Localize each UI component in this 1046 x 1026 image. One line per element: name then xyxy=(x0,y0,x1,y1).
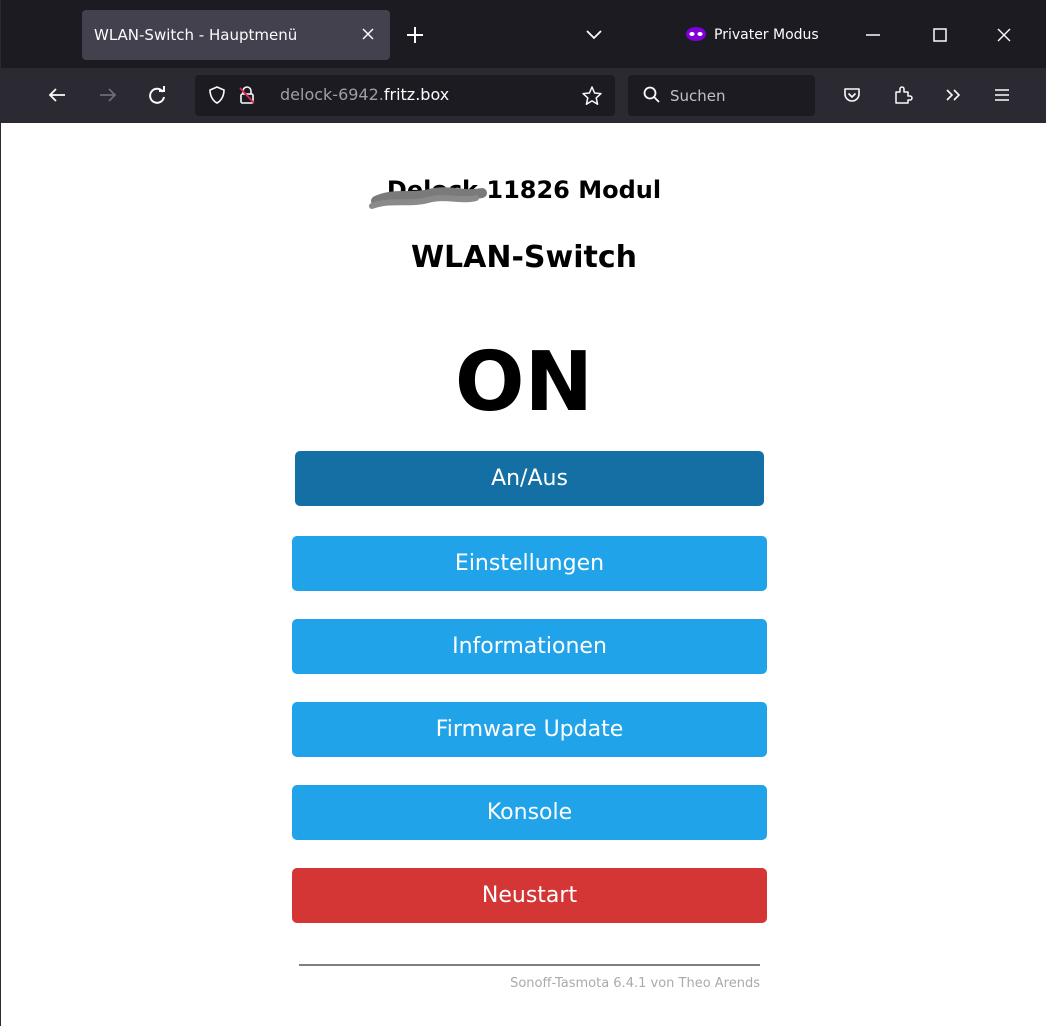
insecure-lock-icon[interactable] xyxy=(237,85,257,105)
restart-button[interactable]: Neustart xyxy=(292,868,767,923)
search-input[interactable] xyxy=(670,86,800,106)
shield-icon[interactable] xyxy=(207,85,227,105)
close-icon[interactable] xyxy=(994,25,1014,45)
tab-active[interactable]: WLAN-Switch - Hauptmenü xyxy=(82,10,390,60)
private-mode-label: Privater Modus xyxy=(714,27,819,43)
page-title: WLAN-Switch xyxy=(410,240,638,275)
console-button[interactable]: Konsole xyxy=(292,785,767,840)
arrow-left-icon[interactable] xyxy=(46,84,68,106)
star-icon[interactable] xyxy=(581,85,603,107)
hamburger-menu-icon[interactable] xyxy=(991,84,1013,106)
private-mask-icon xyxy=(686,27,706,41)
url-text[interactable]: delock-6942.fritz.box xyxy=(280,85,449,105)
toggle-power-button[interactable]: An/Aus xyxy=(295,451,764,506)
device-title: Delock 11826 Modul xyxy=(386,176,662,204)
extensions-icon[interactable] xyxy=(892,84,914,106)
information-button[interactable]: Informationen xyxy=(292,619,767,674)
reload-icon[interactable] xyxy=(146,84,168,106)
navigation-toolbar: delock-6942.fritz.box xyxy=(1,68,1046,123)
tab-title: WLAN-Switch - Hauptmenü xyxy=(94,26,298,44)
footer-text: Sonoff-Tasmota 6.4.1 von Theo Arends xyxy=(510,976,760,991)
search-icon xyxy=(643,86,660,103)
chevron-down-icon[interactable] xyxy=(584,26,604,44)
tab-strip: WLAN-Switch - Hauptmenü Privater Modus xyxy=(1,0,1046,68)
minimize-icon[interactable] xyxy=(863,25,883,45)
chevron-double-right-icon[interactable] xyxy=(942,84,964,106)
plus-icon[interactable] xyxy=(404,24,426,46)
maximize-icon[interactable] xyxy=(930,25,950,45)
browser-window: WLAN-Switch - Hauptmenü Privater Modus d… xyxy=(0,0,1046,1026)
url-domain: fritz.box xyxy=(383,85,450,104)
redaction-scribble xyxy=(369,187,487,209)
url-subdomain: delock-6942. xyxy=(280,85,384,104)
close-icon[interactable] xyxy=(358,24,378,44)
arrow-right-icon[interactable] xyxy=(97,84,119,106)
firmware-update-button[interactable]: Firmware Update xyxy=(292,702,767,757)
page-content: Delock 11826 Modul WLAN-Switch ON An/Aus… xyxy=(2,123,1046,1026)
url-bar[interactable]: delock-6942.fritz.box xyxy=(195,75,615,116)
pocket-icon[interactable] xyxy=(841,84,863,106)
search-bar[interactable] xyxy=(628,75,815,116)
power-state-indicator: ON xyxy=(454,335,594,430)
footer-divider xyxy=(299,964,760,966)
settings-button[interactable]: Einstellungen xyxy=(292,536,767,591)
